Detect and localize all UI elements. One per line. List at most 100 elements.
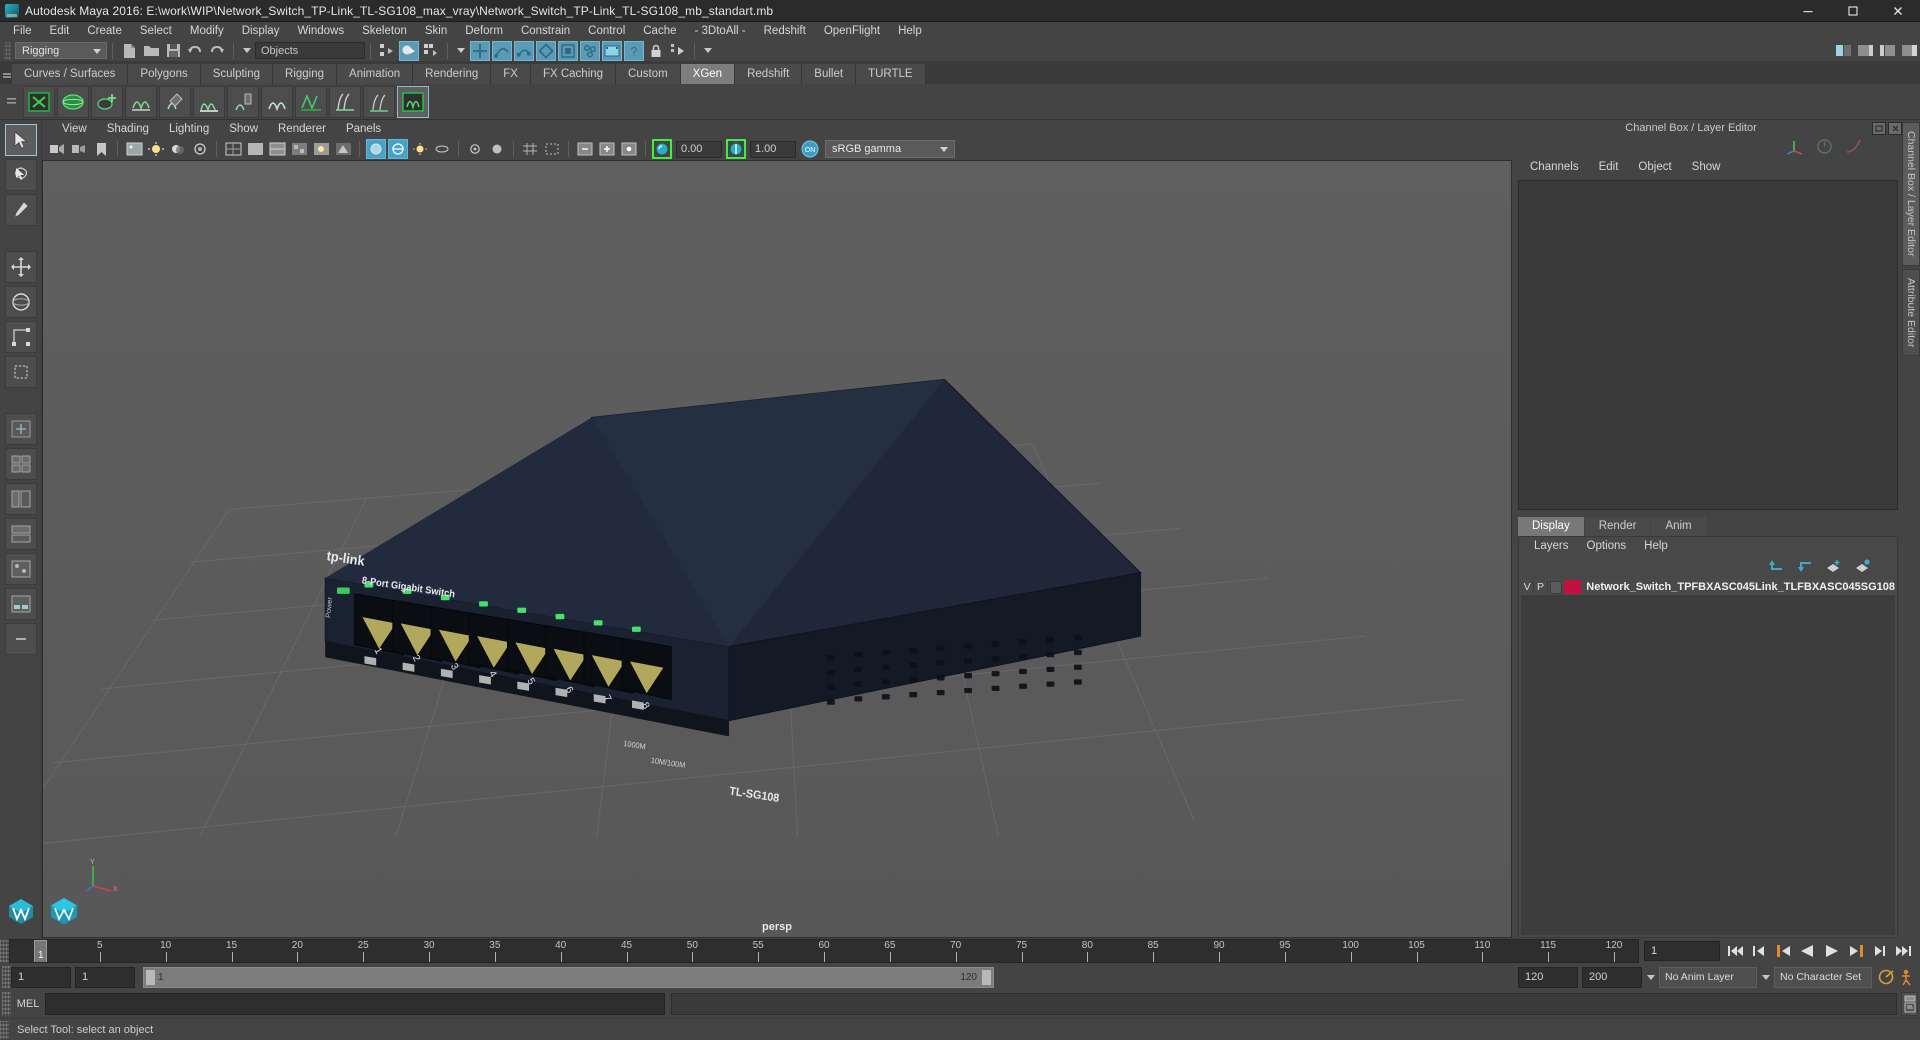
hypershade-layout[interactable] — [4, 553, 37, 585]
toolbar-grip[interactable] — [4, 41, 11, 60]
time-slider[interactable]: 1 5 10 15 20 25 30 35 40 45 50 55 60 65 70 75 80 85 90 95 1… — [9, 939, 1639, 963]
camera-attributes-icon[interactable] — [69, 139, 89, 159]
menu-edit[interactable]: Edit — [41, 22, 79, 40]
xgen-window-icon[interactable] — [23, 85, 55, 118]
show-hide-modeling-toolkit-icon[interactable] — [1833, 41, 1853, 61]
show-hide-tool-settings-icon[interactable] — [1877, 41, 1897, 61]
shelf-menu-button[interactable] — [2, 87, 22, 117]
viewport-menu-view[interactable]: View — [52, 120, 97, 138]
command-language-label[interactable]: MEL — [11, 998, 45, 1010]
layer-list[interactable]: V P Network_Switch_TPFBXASC045Link_TLFBX… — [1521, 579, 1895, 935]
isolate-select-icon[interactable] — [465, 139, 485, 159]
menu-redshift[interactable]: Redshift — [755, 22, 815, 40]
side-tab-channel-box[interactable]: Channel Box / Layer Editor — [1902, 122, 1920, 266]
use-all-lights-icon[interactable] — [311, 139, 331, 159]
shadow-map-icon[interactable] — [333, 139, 353, 159]
xgen-density-brush-icon[interactable] — [159, 85, 191, 118]
anim-layer-selector[interactable]: No Anim Layer — [1659, 966, 1757, 988]
current-frame-field[interactable]: 1 — [1644, 941, 1720, 961]
textured-shading-icon[interactable] — [289, 139, 309, 159]
layer-tab-display[interactable]: Display — [1518, 517, 1584, 536]
lasso-select-tool[interactable] — [4, 159, 37, 191]
shelf-tab-polygons[interactable]: Polygons — [128, 64, 201, 84]
menu-cache[interactable]: Cache — [634, 22, 685, 40]
layer-name[interactable]: Network_Switch_TPFBXASC045Link_TLFBXASC0… — [1586, 581, 1895, 593]
viewport-menu-shading[interactable]: Shading — [97, 120, 159, 138]
step-forward-keyframe-button[interactable] — [1869, 941, 1890, 961]
channelbox-menu-show[interactable]: Show — [1682, 158, 1731, 176]
save-scene-icon[interactable] — [163, 41, 183, 61]
panel-zoom-in-icon[interactable] — [575, 139, 595, 159]
shelf-tab-rendering[interactable]: Rendering — [413, 64, 492, 84]
shelf-tab-xgen[interactable]: XGen — [680, 64, 736, 84]
step-back-keyframe-button[interactable] — [1749, 941, 1770, 961]
select-object-icon[interactable] — [399, 40, 419, 61]
four-view-layout[interactable] — [4, 448, 37, 480]
panel-zoom-out-icon[interactable] — [597, 139, 617, 159]
shelf-tab-fx[interactable]: FX — [491, 64, 531, 84]
perspective-viewport[interactable]: tp-link 8-Port Gigabit Switch Power TL-S… — [42, 160, 1512, 938]
minimize-button[interactable] — [1785, 0, 1830, 22]
isolate-select-all-icon[interactable] — [487, 139, 507, 159]
menu-3dtoall[interactable]: - 3DtoAll - — [686, 22, 755, 40]
close-button[interactable] — [1875, 0, 1920, 22]
layer-tab-render[interactable]: Render — [1584, 517, 1651, 536]
select-camera-icon[interactable] — [47, 139, 67, 159]
lock-icon[interactable] — [646, 41, 666, 61]
range-start-handle[interactable] — [146, 969, 155, 985]
xgen-mask-brush-icon[interactable] — [261, 85, 293, 118]
menu-windows[interactable]: Windows — [288, 22, 353, 40]
viewport-menu-show[interactable]: Show — [219, 120, 268, 138]
current-time-indicator[interactable]: 1 — [34, 940, 47, 962]
shelf-tab-rigging[interactable]: Rigging — [273, 64, 338, 84]
character-set-selector[interactable]: No Character Set — [1774, 966, 1872, 988]
select-tool[interactable] — [4, 124, 37, 156]
render-view-icon[interactable] — [602, 40, 622, 61]
viewport-menu-lighting[interactable]: Lighting — [159, 120, 219, 138]
color-management-toggle-icon[interactable]: ON — [800, 139, 820, 159]
grid-toggle-icon[interactable] — [520, 139, 540, 159]
channelbox-menu-channels[interactable]: Channels — [1520, 158, 1589, 176]
paint-select-tool[interactable] — [4, 194, 37, 226]
go-to-start-button[interactable] — [1725, 941, 1746, 961]
xgen-add-description-icon[interactable] — [91, 85, 123, 118]
range-start-time-field[interactable]: 1 — [75, 966, 135, 988]
single-view-layout[interactable] — [4, 413, 37, 445]
snap-projected-center-icon[interactable] — [536, 40, 556, 61]
persp-graph-layout[interactable] — [4, 518, 37, 550]
menu-skeleton[interactable]: Skeleton — [353, 22, 416, 40]
select-by-name-icon[interactable] — [668, 41, 688, 61]
open-scene-icon[interactable] — [141, 41, 161, 61]
xgen-add-collection-icon[interactable] — [125, 85, 157, 118]
wireframe-shading-icon[interactable] — [223, 139, 243, 159]
time-slider-grip[interactable] — [0, 940, 9, 962]
shelf-tab-bullet[interactable]: Bullet — [802, 64, 857, 84]
menu-openflight[interactable]: OpenFlight — [815, 22, 889, 40]
channelbox-menu-edit[interactable]: Edit — [1589, 158, 1629, 176]
selection-mask-chevron-icon[interactable] — [243, 48, 251, 53]
redo-icon[interactable] — [207, 41, 227, 61]
move-tool[interactable] — [4, 251, 37, 283]
smooth-wireframe-icon[interactable] — [267, 139, 287, 159]
viewport-menu-renderer[interactable]: Renderer — [268, 120, 336, 138]
xgen-groom-brush-icon[interactable] — [193, 85, 225, 118]
xgen-guide-icon[interactable] — [329, 85, 361, 118]
layer-playback-toggle[interactable]: P — [1534, 581, 1548, 593]
step-back-frame-button[interactable] — [1773, 941, 1794, 961]
exposure-value-field[interactable]: 0.00 — [676, 140, 722, 158]
xgen-sphere-icon[interactable] — [57, 85, 89, 118]
xgen-preview-icon[interactable] — [397, 85, 429, 118]
layer-tab-anim[interactable]: Anim — [1651, 517, 1706, 536]
panel-reset-icon[interactable] — [619, 139, 639, 159]
range-end-time-field[interactable]: 120 — [1518, 966, 1578, 988]
auto-keyframe-icon[interactable] — [1877, 967, 1897, 987]
animation-start-time-field[interactable]: 1 — [11, 966, 71, 988]
bookmark-icon[interactable] — [91, 139, 111, 159]
snap-point-icon[interactable] — [514, 40, 534, 61]
shadows-icon[interactable] — [168, 139, 188, 159]
menu-help[interactable]: Help — [889, 22, 931, 40]
layer-color-swatch[interactable] — [1564, 580, 1582, 594]
range-slider-grip[interactable] — [2, 966, 11, 988]
help-icon[interactable]: ? — [624, 40, 644, 61]
new-scene-icon[interactable] — [119, 41, 139, 61]
